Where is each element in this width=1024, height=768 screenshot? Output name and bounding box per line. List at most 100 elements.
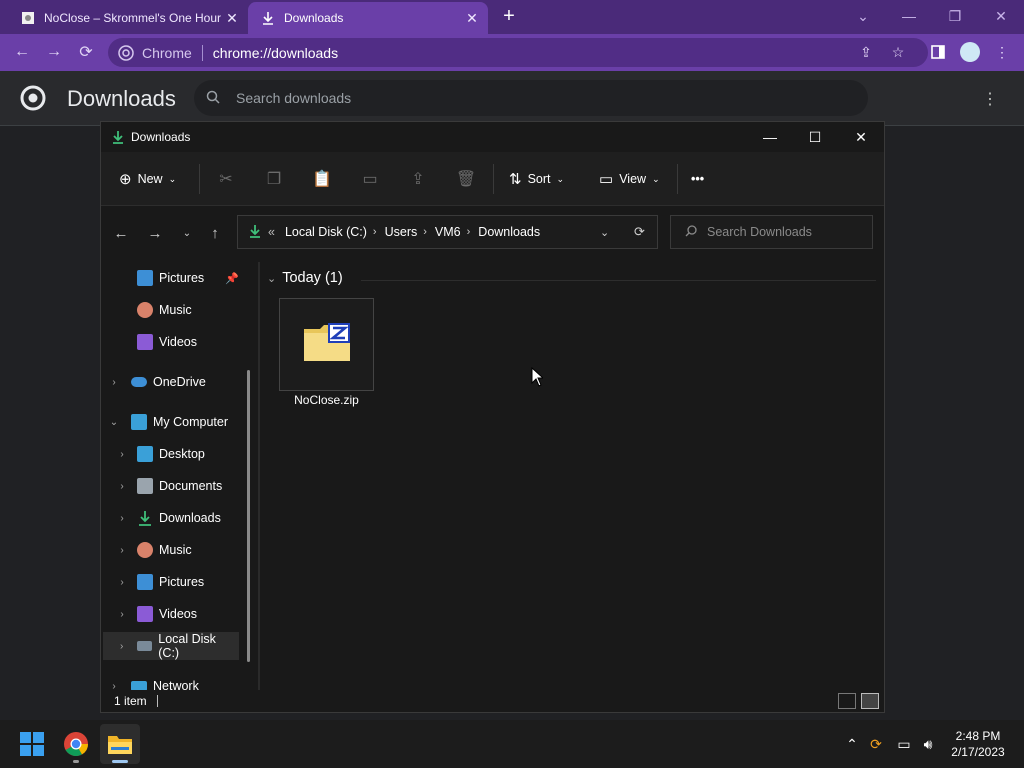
paste-icon[interactable]: 📋 (311, 168, 333, 190)
network-status-icon[interactable]: ▭ (894, 734, 914, 754)
chevron-right-icon[interactable]: › (373, 226, 377, 238)
bookmark-star-icon[interactable]: ☆ (888, 42, 908, 62)
file-list-area: ⌄ Today (1) NoClose.zip (261, 262, 883, 690)
chevron-right-icon[interactable]: › (115, 449, 129, 460)
nav-item-videos[interactable]: › Videos (101, 600, 251, 628)
close-tab-icon[interactable]: ✕ (462, 10, 482, 27)
minimize-icon[interactable]: — (747, 122, 793, 152)
back-icon[interactable]: ← (109, 222, 133, 244)
pictures-icon (137, 270, 153, 286)
share-icon[interactable]: ⇪ (856, 42, 876, 62)
nav-item-network[interactable]: › Network (101, 672, 251, 690)
sync-status-icon[interactable]: ⟳ (866, 734, 886, 754)
nav-label: Network (153, 679, 199, 690)
chevron-right-icon[interactable]: › (423, 226, 427, 238)
new-button[interactable]: ⊕ New ⌄ (119, 165, 176, 193)
chevron-right-icon[interactable]: › (115, 577, 129, 588)
chevron-right-icon[interactable]: › (115, 481, 129, 492)
large-icons-view-icon[interactable] (861, 693, 879, 709)
rename-icon[interactable]: ▭ (359, 168, 381, 190)
chevron-right-icon[interactable]: › (115, 641, 129, 652)
breadcrumb-users[interactable]: Users (385, 225, 418, 239)
chrome-icon[interactable] (56, 724, 96, 764)
tab-title: Downloads (284, 11, 344, 25)
pin-icon[interactable]: 📌 (225, 272, 239, 285)
nav-item-documents[interactable]: › Documents (101, 472, 251, 500)
up-icon[interactable]: ↑ (203, 222, 227, 244)
chevron-right-icon[interactable]: › (115, 513, 129, 524)
share-icon[interactable]: ⇪ (407, 168, 429, 190)
music-icon (137, 302, 153, 318)
site-label: Chrome (142, 44, 192, 61)
new-tab-button[interactable]: + (498, 6, 520, 28)
chevron-right-icon[interactable]: › (467, 226, 471, 238)
back-icon[interactable]: ← (10, 40, 34, 64)
chevron-right-icon[interactable]: › (107, 377, 121, 388)
chevron-down-icon[interactable]: ⌄ (267, 272, 276, 285)
breadcrumb-local-disk[interactable]: Local Disk (C:) (285, 225, 367, 239)
chrome-menu-icon[interactable]: ⋮ (992, 42, 1012, 62)
tab-noclose[interactable]: NoClose – Skrommel's One Hour ✕ (8, 2, 248, 34)
address-bar[interactable]: Chrome chrome://downloads (108, 38, 928, 67)
nav-item-pictures[interactable]: › Pictures (101, 568, 251, 596)
group-header-today[interactable]: ⌄ Today (1) (267, 270, 343, 286)
close-window-icon[interactable]: ✕ (838, 122, 884, 152)
more-actions-icon[interactable]: ⋮ (982, 89, 998, 109)
drive-icon (136, 641, 153, 651)
pane-divider[interactable] (258, 262, 260, 690)
volume-icon[interactable]: 🔊︎ (918, 734, 938, 754)
nav-item-videos-pinned[interactable]: Videos (101, 328, 251, 356)
file-explorer-icon[interactable] (100, 724, 140, 764)
chevron-right-icon[interactable]: › (115, 609, 129, 620)
sort-button[interactable]: ⇅ Sort ⌄ (509, 165, 564, 193)
restore-icon[interactable]: ❐ (932, 0, 978, 32)
nav-item-local-disk[interactable]: › Local Disk (C:) (103, 632, 239, 660)
close-tab-icon[interactable]: ✕ (222, 10, 242, 27)
close-window-icon[interactable]: ✕ (978, 0, 1024, 32)
chevron-down-icon[interactable]: ⌄ (107, 417, 121, 428)
view-label: View (619, 172, 647, 186)
nav-item-my-computer[interactable]: ⌄ My Computer (101, 408, 251, 436)
maximize-icon[interactable]: ☐ (792, 122, 838, 152)
system-clock[interactable]: 2:48 PM 2/17/2023 (942, 728, 1014, 760)
see-more-button[interactable]: ••• (691, 165, 704, 193)
file-item-noclose-zip[interactable] (279, 298, 374, 391)
tab-search-icon[interactable]: ⌄ (840, 0, 886, 32)
address-history-chevron-icon[interactable]: ⌄ (600, 226, 609, 239)
forward-icon[interactable]: → (143, 222, 167, 244)
breadcrumb-vm6[interactable]: VM6 (435, 225, 461, 239)
refresh-icon[interactable]: ⟳ (634, 224, 645, 240)
nav-item-desktop[interactable]: › Desktop (101, 440, 251, 468)
forward-icon[interactable]: → (42, 40, 66, 64)
nav-scrollbar[interactable] (247, 370, 250, 662)
chevron-right-icon[interactable]: › (115, 545, 129, 556)
nav-item-downloads[interactable]: › Downloads (101, 504, 251, 532)
show-hidden-icons-icon[interactable]: ⌃ (842, 734, 862, 754)
nav-item-music-pinned[interactable]: Music (101, 296, 251, 324)
details-view-icon[interactable] (838, 693, 856, 709)
new-label: New (137, 172, 163, 186)
side-panel-icon[interactable] (928, 42, 948, 62)
copy-icon[interactable]: ❐ (263, 168, 285, 190)
view-button[interactable]: ▭ View ⌄ (599, 165, 660, 193)
file-name-label[interactable]: NoClose.zip (271, 393, 382, 407)
nav-item-music[interactable]: › Music (101, 536, 251, 564)
breadcrumb-downloads[interactable]: Downloads (478, 225, 540, 239)
search-downloads-field[interactable]: Search downloads (194, 80, 868, 116)
minimize-icon[interactable]: — (886, 0, 932, 32)
nav-item-pictures-pinned[interactable]: Pictures 📌 (101, 264, 251, 292)
reload-icon[interactable]: ⟳ (74, 40, 98, 64)
profile-avatar-icon[interactable] (960, 42, 980, 62)
nav-item-onedrive[interactable]: › OneDrive (101, 368, 251, 396)
start-icon[interactable] (12, 724, 52, 764)
chevron-right-icon[interactable]: › (107, 681, 121, 691)
search-downloads-input[interactable]: Search Downloads (670, 215, 873, 249)
delete-icon[interactable]: 🗑 (455, 168, 477, 190)
cut-icon[interactable]: ✂ (215, 168, 237, 190)
recent-locations-icon[interactable]: ⌄ (175, 222, 199, 244)
tab-downloads[interactable]: Downloads ✕ (248, 2, 488, 34)
computer-icon (131, 414, 147, 430)
address-bar[interactable]: « Local Disk (C:) › Users › VM6 › Downlo… (237, 215, 658, 249)
nav-label: OneDrive (153, 375, 206, 389)
address-overflow[interactable]: « (268, 225, 275, 239)
